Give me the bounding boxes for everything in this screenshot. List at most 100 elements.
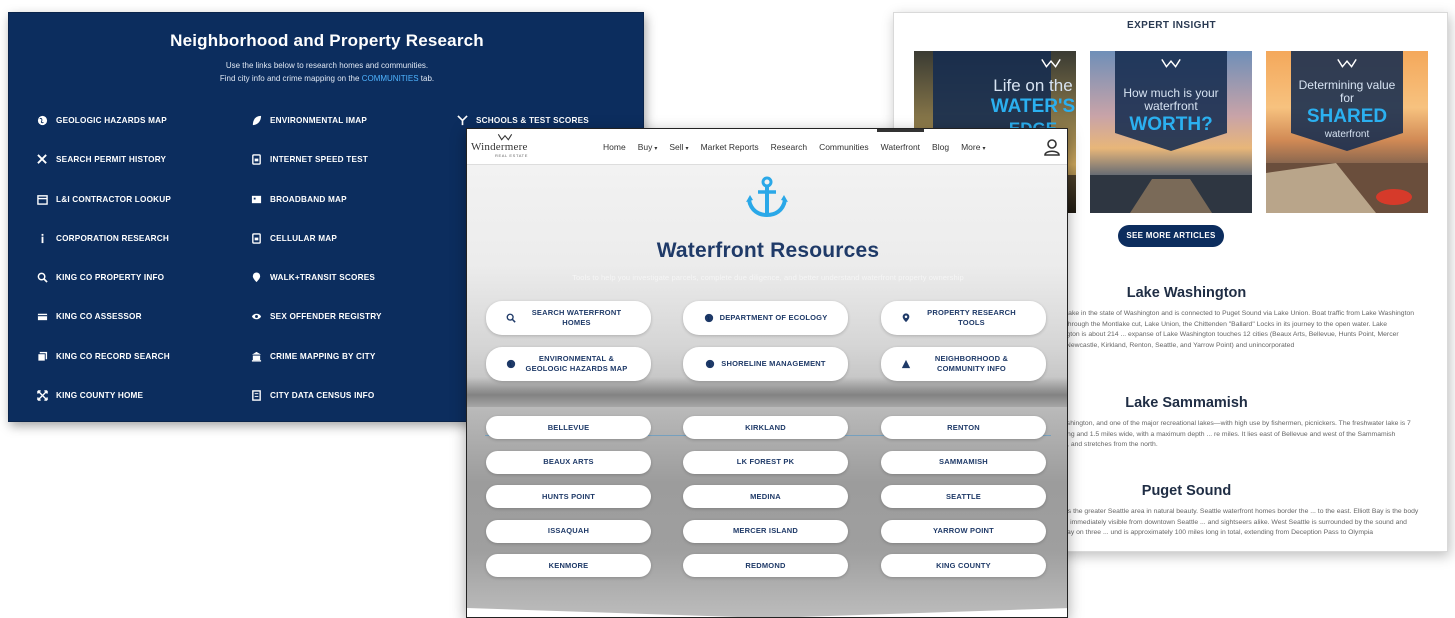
city-button-label: LK FOREST PK <box>736 457 795 466</box>
nav-item-buy[interactable]: Buy ▾ <box>632 129 664 165</box>
nav-item-label: Sell <box>669 142 684 152</box>
card-icon <box>37 311 48 322</box>
section-eyebrow: EXPERT INSIGHT <box>1127 20 1216 31</box>
nav-item-waterfront[interactable]: Waterfront <box>875 129 926 165</box>
pin-icon <box>901 313 911 323</box>
city-button[interactable]: BELLEVUE <box>486 416 651 439</box>
research-link[interactable]: ENVIRONMENTAL IMAP <box>251 113 451 152</box>
city-button[interactable]: SAMMAMISH <box>881 450 1046 474</box>
research-link-label: L&I CONTRACTOR LOOKUP <box>56 194 172 204</box>
subtitle-text: Find city info and crime mapping on the <box>219 74 362 83</box>
city-button-label: SAMMAMISH <box>939 457 988 466</box>
research-link[interactable]: SEX OFFENDER REGISTRY <box>251 309 451 348</box>
city-button-label: SEATTLE <box>945 491 981 501</box>
nav-item-sell[interactable]: Sell ▾ <box>663 129 694 165</box>
resource-button[interactable]: PROPERTY RESEARCH TOOLS <box>881 301 1046 335</box>
city-button[interactable]: ISSAQUAH <box>486 519 651 543</box>
nav-item-market-reports[interactable]: Market Reports <box>695 129 765 165</box>
research-link-label: CELLULAR MAP <box>270 233 337 243</box>
logo-subtitle: REAL ESTATE <box>495 153 528 158</box>
resource-button-label: DEPARTMENT OF ECOLOGY <box>719 313 828 322</box>
article-title-small: Determining value for <box>1298 78 1396 105</box>
resource-button[interactable]: SHORELINE MANAGEMENT <box>683 347 848 381</box>
city-button-label: HUNTS POINT <box>541 491 596 501</box>
page-subtitle: Tools to help you investigate parcels, c… <box>572 273 964 282</box>
research-link-label: KING CO RECORD SEARCH <box>56 351 170 361</box>
resource-button[interactable]: ENVIRONMENTAL & GEOLOGIC HAZARDS MAP <box>486 347 651 381</box>
research-link-label: WALK+TRANSIT SCORES <box>270 273 376 283</box>
city-button[interactable]: KIRKLAND <box>683 416 848 439</box>
article-card[interactable]: Determining value for SHARED waterfront <box>1266 51 1428 213</box>
resource-button-label: NEIGHBORHOOD & COMMUNITY INFO <box>934 354 1009 373</box>
nav-item-home[interactable]: Home <box>597 129 632 165</box>
router-icon <box>251 194 262 205</box>
research-link[interactable]: L&I CONTRACTOR LOOKUP <box>37 192 227 231</box>
search-icon <box>506 313 516 323</box>
research-link-label: SEARCH PERMIT HISTORY <box>56 155 167 165</box>
city-button-label: KING COUNTY <box>936 560 991 570</box>
globe-icon <box>506 359 516 369</box>
see-more-articles-button[interactable]: SEE MORE ARTICLES <box>1118 225 1224 247</box>
subtitle-line: Use the links below to research homes an… <box>225 61 429 70</box>
city-button[interactable]: HUNTS POINT <box>486 485 651 508</box>
city-button-label: MEDINA <box>750 491 781 501</box>
research-link[interactable]: CRIME MAPPING BY CITY <box>251 349 451 388</box>
city-button-label: BEAUX ARTS <box>543 457 594 466</box>
research-link[interactable]: CORPORATION RESEARCH <box>37 231 227 270</box>
user-account-icon[interactable] <box>1043 138 1061 156</box>
resource-button-label: SEARCH WATERFRONT HOMES <box>531 308 622 327</box>
research-link-label: INTERNET SPEED TEST <box>270 155 368 165</box>
article-title-small: How much is your waterfront <box>1123 86 1219 113</box>
nav-item-more[interactable]: More ▾ <box>955 129 991 165</box>
city-button[interactable]: BEAUX ARTS <box>486 450 651 474</box>
nav-item-blog[interactable]: Blog <box>926 129 955 165</box>
city-button[interactable]: KENMORE <box>486 554 651 577</box>
research-link[interactable]: CITY DATA CENSUS INFO <box>251 388 451 421</box>
research-link[interactable]: KING CO PROPERTY INFO <box>37 270 227 309</box>
city-button-label: MERCER ISLAND <box>732 526 799 535</box>
research-link[interactable]: KING COUNTY HOME <box>37 388 227 421</box>
research-link-label: CORPORATION RESEARCH <box>56 233 170 243</box>
article-title-big: WATER'S <box>990 96 1076 117</box>
research-link[interactable]: CELLULAR MAP <box>251 231 451 270</box>
nav-item-communities[interactable]: Communities <box>813 129 875 165</box>
city-button[interactable]: MEDINA <box>683 485 848 508</box>
research-link[interactable]: KING CO ASSESSOR <box>37 309 227 348</box>
nav-item-research[interactable]: Research <box>765 129 813 165</box>
research-link[interactable]: WALK+TRANSIT SCORES <box>251 270 451 309</box>
resource-button[interactable]: SEARCH WATERFRONT HOMES <box>486 301 651 335</box>
research-link-label: ENVIRONMENTAL IMAP <box>270 116 367 125</box>
communities-link[interactable]: COMMUNITIES <box>362 74 419 83</box>
hero-section: Waterfront Resources Tools to help you i… <box>467 165 1067 617</box>
city-button[interactable]: KING COUNTY <box>881 554 1046 577</box>
tablet-icon <box>251 154 262 166</box>
school-icon <box>457 115 468 126</box>
resource-button[interactable]: DEPARTMENT OF ECOLOGY <box>683 301 848 335</box>
research-link[interactable]: SEARCH PERMIT HISTORY <box>37 152 227 191</box>
research-link[interactable]: INTERNET SPEED TEST <box>251 152 451 191</box>
windermere-logo-icon <box>1041 58 1061 68</box>
article-title-big: SHARED <box>1306 106 1388 127</box>
city-button[interactable]: YARROW POINT <box>881 519 1046 543</box>
nav-item-label: Communities <box>819 142 869 152</box>
article-title-small: waterfront <box>1324 129 1370 140</box>
research-link[interactable]: KING CO RECORD SEARCH <box>37 349 227 388</box>
research-link[interactable]: BROADBAND MAP <box>251 192 451 231</box>
dock-image <box>1266 163 1428 213</box>
city-button[interactable]: LK FOREST PK <box>683 450 848 474</box>
expand-icon <box>37 390 48 401</box>
nav-item-label: Research <box>770 142 808 152</box>
city-button-label: REDMOND <box>745 560 786 570</box>
resource-button[interactable]: NEIGHBORHOOD & COMMUNITY INFO <box>881 347 1046 381</box>
windermere-logo[interactable]: Windermere REAL ESTATE <box>471 133 551 158</box>
research-link-label: SCHOOLS & TEST SCORES <box>476 116 589 125</box>
research-link[interactable]: GEOLOGIC HAZARDS MAP <box>37 113 227 152</box>
city-button[interactable]: RENTON <box>881 416 1046 439</box>
research-links-column: GEOLOGIC HAZARDS MAP SEARCH PERMIT HISTOR… <box>37 113 227 421</box>
city-button[interactable]: REDMOND <box>683 554 848 577</box>
city-button[interactable]: MERCER ISLAND <box>683 519 848 543</box>
research-link-label: KING CO PROPERTY INFO <box>56 273 165 283</box>
city-button[interactable]: SEATTLE <box>881 485 1046 508</box>
globe-icon <box>705 359 715 369</box>
article-card[interactable]: How much is your waterfront WORTH? <box>1090 51 1252 213</box>
